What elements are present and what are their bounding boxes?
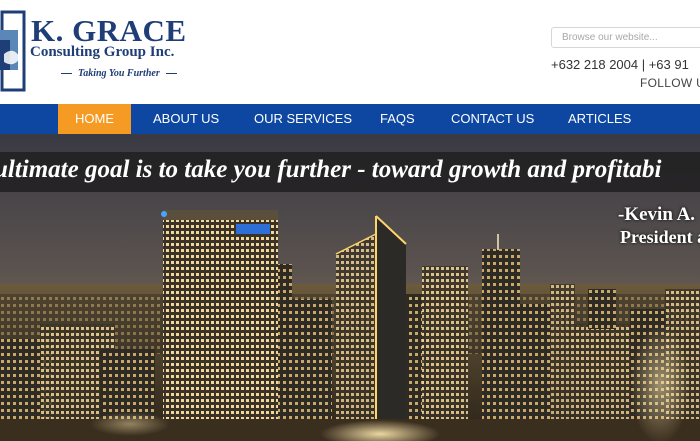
site-header: K. GRACE Consulting Group Inc. Taking Yo… xyxy=(0,0,700,104)
hero-quote: ultimate goal is to take you further - t… xyxy=(0,156,662,183)
main-nav: HOME ABOUT US OUR SERVICES FAQS CONTACT … xyxy=(0,104,700,134)
quote-author-role: President a xyxy=(620,227,700,247)
nav-articles[interactable]: ARTICLES xyxy=(568,104,631,134)
quote-author: -Kevin A. xyxy=(618,204,696,225)
nav-about-us[interactable]: ABOUT US xyxy=(153,104,219,134)
nav-contact-us[interactable]: CONTACT US xyxy=(451,104,534,134)
kg-monogram-icon[interactable] xyxy=(0,10,26,92)
company-subtitle: Consulting Group Inc. xyxy=(30,44,175,60)
hero-banner: ultimate goal is to take you further - t… xyxy=(0,134,700,441)
follow-us-label: FOLLOW US xyxy=(640,76,700,90)
company-tagline: Taking You Further xyxy=(55,68,183,79)
nav-faqs[interactable]: FAQS xyxy=(380,104,415,134)
phone-number: +632 218 2004 | +63 91 xyxy=(551,57,689,72)
nav-home[interactable]: HOME xyxy=(58,104,131,134)
nav-our-services[interactable]: OUR SERVICES xyxy=(254,104,352,134)
search-input[interactable] xyxy=(551,27,700,48)
